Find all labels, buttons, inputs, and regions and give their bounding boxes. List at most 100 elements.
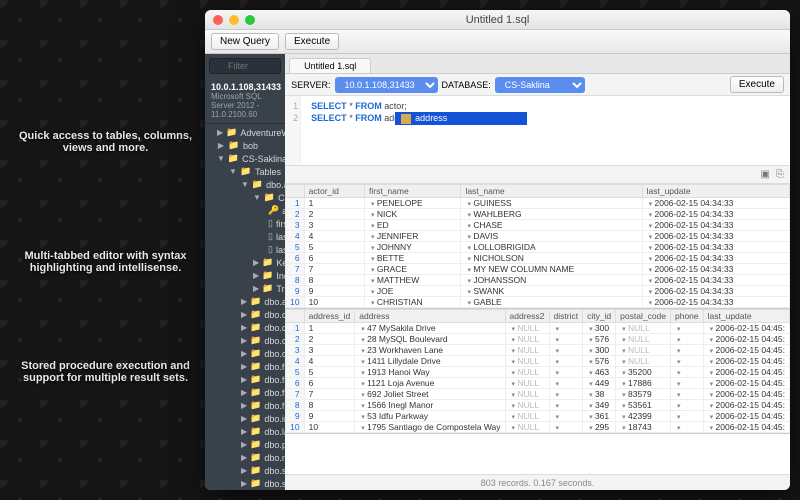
cell[interactable]: ▾ bbox=[671, 389, 704, 400]
cell[interactable]: ▾ NULL bbox=[616, 345, 671, 356]
cell[interactable]: ▾ NULL bbox=[505, 422, 549, 433]
cell[interactable]: 10 bbox=[286, 422, 304, 433]
tree-node[interactable]: ▶📁Indexes bbox=[205, 269, 285, 282]
cell[interactable]: ▾ NULL bbox=[505, 367, 549, 378]
cell[interactable]: ▾ 2006-02-15 04:45: bbox=[703, 389, 789, 400]
column-header[interactable]: address_id bbox=[304, 310, 355, 323]
database-select[interactable]: CS-Saklina bbox=[495, 77, 585, 93]
cell[interactable]: ▾ 1795 Santiago de Compostela Way bbox=[355, 422, 505, 433]
cell[interactable]: 8 bbox=[304, 275, 364, 286]
cell[interactable]: ▾ 2006-02-15 04:45: bbox=[703, 411, 789, 422]
table-row[interactable]: 77▾ GRACE▾ MY NEW COLUMN NAME▾ 2006-02-1… bbox=[286, 264, 790, 275]
cell[interactable]: ▾ 42399 bbox=[616, 411, 671, 422]
cell[interactable]: ▾ bbox=[549, 323, 583, 334]
sql-editor[interactable]: 12 SELECT * FROM actor; SELECT * FROM ad… bbox=[285, 96, 790, 166]
cell[interactable]: ▾ 53 Idfu Parkway bbox=[355, 411, 505, 422]
cell[interactable]: ▾ bbox=[671, 411, 704, 422]
tree-node[interactable]: ▶📁Keys bbox=[205, 256, 285, 269]
cell[interactable]: ▾ bbox=[549, 378, 583, 389]
cell[interactable]: 9 bbox=[304, 411, 355, 422]
cell[interactable]: ▾ bbox=[549, 345, 583, 356]
cell[interactable]: ▾ NULL bbox=[505, 334, 549, 345]
tree-node[interactable]: ▶📁bob bbox=[205, 139, 285, 152]
cell[interactable]: 5 bbox=[304, 242, 364, 253]
cell[interactable]: ▾ GABLE bbox=[461, 297, 642, 308]
cell[interactable]: ▾ GUINESS bbox=[461, 198, 642, 209]
cell[interactable]: ▾ 692 Joliet Street bbox=[355, 389, 505, 400]
column-header[interactable]: postal_code bbox=[616, 310, 671, 323]
tree-node[interactable]: ▶📁dbo.city bbox=[205, 321, 285, 334]
cell[interactable]: ▾ 300 bbox=[583, 323, 616, 334]
cell[interactable]: ▾ bbox=[671, 356, 704, 367]
tree-node[interactable]: ▶📁dbo.staff bbox=[205, 464, 285, 477]
result-grid-2[interactable]: address_idaddressaddress2districtcity_id… bbox=[285, 309, 790, 434]
table-row[interactable]: 88▾ 1566 Inegl Manor▾ NULL▾ ▾ 349▾ 53561… bbox=[286, 400, 790, 411]
column-header[interactable]: first_name bbox=[365, 185, 461, 198]
cell[interactable]: 1 bbox=[304, 323, 355, 334]
cell[interactable]: 5 bbox=[286, 367, 304, 378]
cell[interactable]: ▾ 17886 bbox=[616, 378, 671, 389]
table-row[interactable]: 88▾ MATTHEW▾ JOHANSSON▾ 2006-02-15 04:34… bbox=[286, 275, 790, 286]
cell[interactable]: ▾ 23 Workhaven Lane bbox=[355, 345, 505, 356]
cell[interactable]: ▾ JOHNNY bbox=[365, 242, 461, 253]
cell[interactable]: 2 bbox=[286, 334, 304, 345]
cell[interactable]: ▾ 2006-02-15 04:45: bbox=[703, 367, 789, 378]
cell[interactable]: ▾ 2006-02-15 04:34:33 bbox=[642, 297, 789, 308]
column-header[interactable]: actor_id bbox=[304, 185, 364, 198]
cell[interactable]: ▾ bbox=[671, 400, 704, 411]
cell[interactable]: ▾ DAVIS bbox=[461, 231, 642, 242]
column-header[interactable]: phone bbox=[671, 310, 704, 323]
filter-input[interactable] bbox=[209, 58, 281, 74]
tree-node[interactable]: ▶📁dbo.film_text bbox=[205, 399, 285, 412]
table-row[interactable]: 22▾ 28 MySQL Boulevard▾ NULL▾ ▾ 576▾ NUL… bbox=[286, 334, 790, 345]
cell[interactable]: ▾ bbox=[549, 400, 583, 411]
tree-node[interactable]: ▶📁dbo.film_category bbox=[205, 386, 285, 399]
tree-node[interactable]: ▯last_name (varchar(4... bbox=[205, 230, 285, 243]
cell[interactable]: ▾ 361 bbox=[583, 411, 616, 422]
column-header[interactable]: last_update bbox=[703, 310, 789, 323]
tree-node[interactable]: ▶📁dbo.customer bbox=[205, 347, 285, 360]
cell[interactable]: ▾ 1121 Loja Avenue bbox=[355, 378, 505, 389]
cell[interactable]: 8 bbox=[286, 275, 304, 286]
cell[interactable]: ▾ 300 bbox=[583, 345, 616, 356]
tree-node[interactable]: ▼📁dbo.actor bbox=[205, 178, 285, 191]
tree-node[interactable]: ▶📁dbo.inventory bbox=[205, 412, 285, 425]
cell[interactable]: ▾ 2006-02-15 04:45: bbox=[703, 378, 789, 389]
cell[interactable]: 5 bbox=[304, 367, 355, 378]
cell[interactable]: ▾ NULL bbox=[505, 345, 549, 356]
table-row[interactable]: 66▾ 1121 Loja Avenue▾ NULL▾ ▾ 449▾ 17886… bbox=[286, 378, 790, 389]
cell[interactable]: ▾ 2006-02-15 04:45: bbox=[703, 345, 789, 356]
cell[interactable]: ▾ 35200 bbox=[616, 367, 671, 378]
cell[interactable]: 5 bbox=[286, 242, 304, 253]
cell[interactable]: 10 bbox=[304, 297, 364, 308]
cell[interactable]: ▾ PENELOPE bbox=[365, 198, 461, 209]
table-row[interactable]: 11▾ 47 MySakila Drive▾ NULL▾ ▾ 300▾ NULL… bbox=[286, 323, 790, 334]
cell[interactable]: ▾ 1411 Lillydale Drive bbox=[355, 356, 505, 367]
cell[interactable]: ▾ NULL bbox=[505, 356, 549, 367]
cell[interactable]: ▾ NICHOLSON bbox=[461, 253, 642, 264]
cell[interactable]: ▾ NULL bbox=[505, 411, 549, 422]
table-row[interactable]: 33▾ ED▾ CHASE▾ 2006-02-15 04:34:33 bbox=[286, 220, 790, 231]
cell[interactable]: 4 bbox=[304, 356, 355, 367]
cell[interactable]: ▾ 349 bbox=[583, 400, 616, 411]
cell[interactable]: ▾ GRACE bbox=[365, 264, 461, 275]
cell[interactable]: 9 bbox=[286, 411, 304, 422]
cell[interactable]: 1 bbox=[304, 198, 364, 209]
cell[interactable]: 4 bbox=[304, 231, 364, 242]
table-row[interactable]: 11▾ PENELOPE▾ GUINESS▾ 2006-02-15 04:34:… bbox=[286, 198, 790, 209]
table-row[interactable]: 1010▾ 1795 Santiago de Compostela Way▾ N… bbox=[286, 422, 790, 433]
cell[interactable]: ▾ bbox=[671, 323, 704, 334]
tree-node[interactable]: ▶📁dbo.address bbox=[205, 295, 285, 308]
cell[interactable]: 6 bbox=[286, 378, 304, 389]
cell[interactable]: ▾ 2006-02-15 04:34:33 bbox=[642, 264, 789, 275]
cell[interactable]: ▾ 463 bbox=[583, 367, 616, 378]
cell[interactable]: ▾ 2006-02-15 04:45: bbox=[703, 356, 789, 367]
column-header[interactable]: last_name bbox=[461, 185, 642, 198]
cell[interactable]: ▾ NULL bbox=[505, 400, 549, 411]
cell[interactable]: 10 bbox=[286, 297, 304, 308]
tree-node[interactable]: ▶📁dbo.film_actor bbox=[205, 373, 285, 386]
table-row[interactable]: 22▾ NICK▾ WAHLBERG▾ 2006-02-15 04:34:33 bbox=[286, 209, 790, 220]
column-header[interactable]: last_update bbox=[642, 185, 789, 198]
column-header[interactable]: address2 bbox=[505, 310, 549, 323]
cell[interactable]: 7 bbox=[286, 389, 304, 400]
